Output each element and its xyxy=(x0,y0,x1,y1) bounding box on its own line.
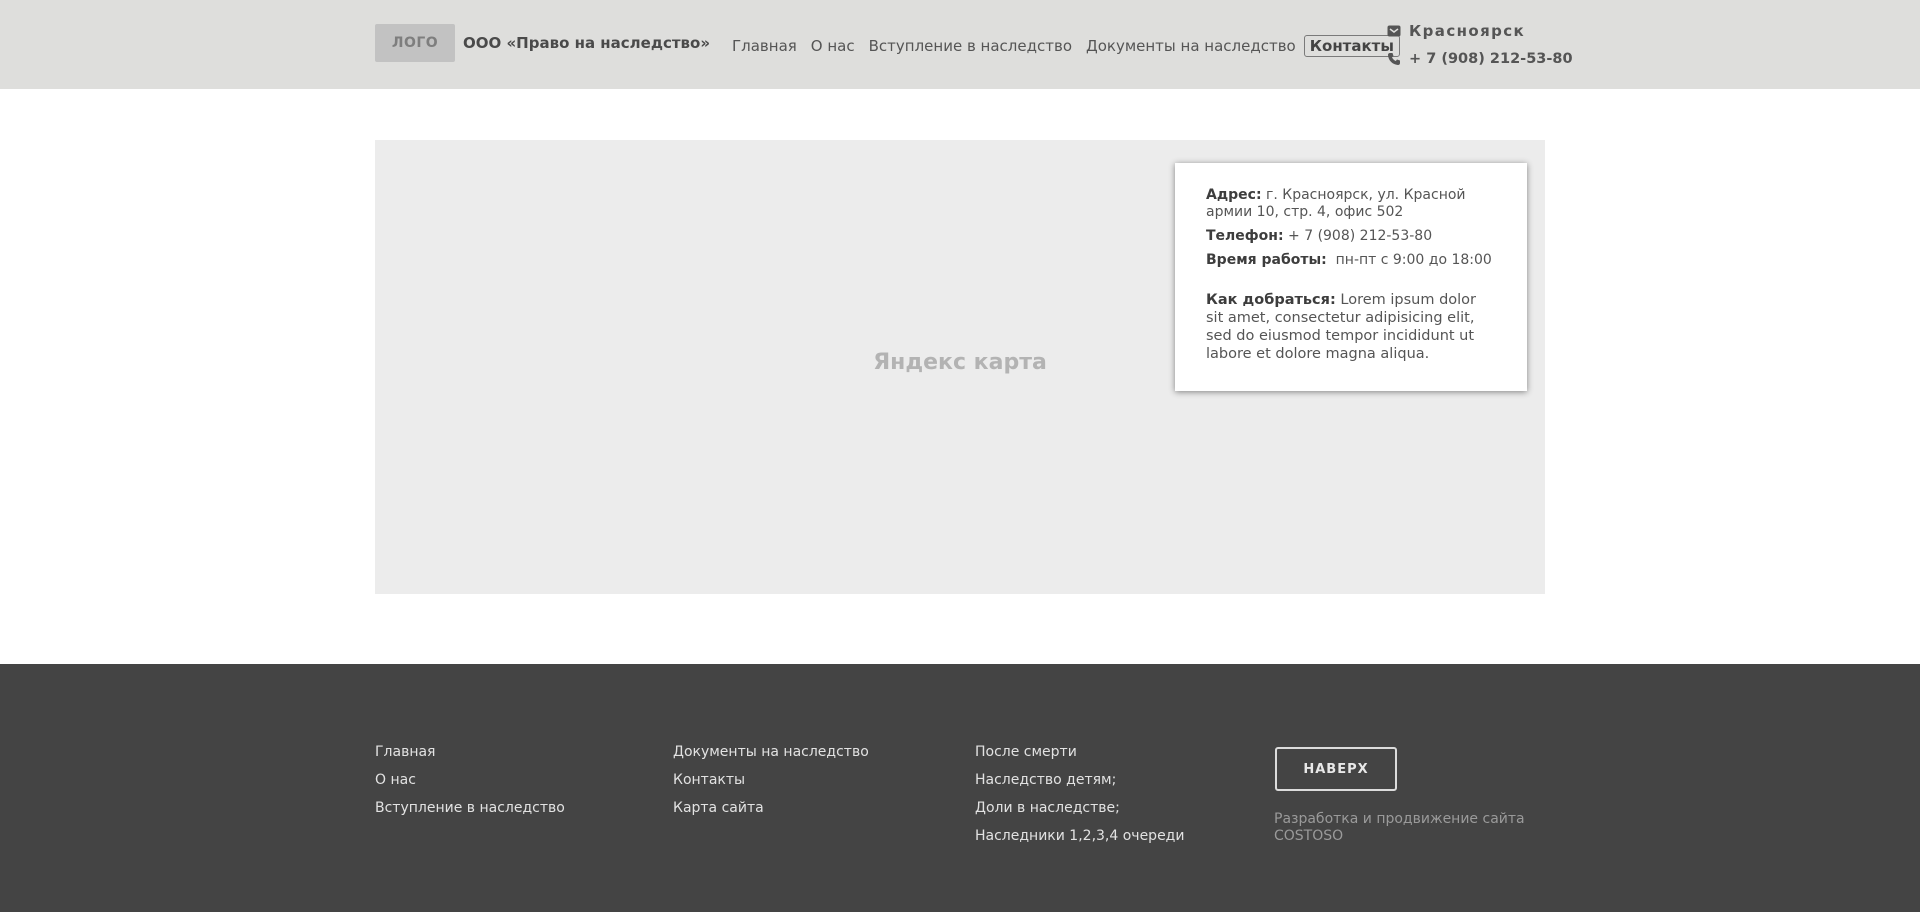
logo[interactable]: ЛОГО xyxy=(375,24,455,62)
footer-link-inheritance-children[interactable]: Наследство детям; xyxy=(975,772,1184,800)
address-row: Адрес: г. Красноярск, ул. Красной армии … xyxy=(1206,187,1497,221)
header-contacts: Красноярск + 7 (908) 212-53-80 xyxy=(1387,20,1573,76)
company-name: ООО «Право на наследство» xyxy=(463,34,711,52)
footer-column-3: После смерти Наследство детям; Доли в на… xyxy=(975,744,1184,856)
phone-icon xyxy=(1388,53,1400,65)
footer-link-documents[interactable]: Документы на наследство xyxy=(673,744,869,772)
site-footer: Главная О нас Вступление в наследство До… xyxy=(0,664,1920,912)
footer-column-1: Главная О нас Вступление в наследство xyxy=(375,744,565,828)
contact-info-card: Адрес: г. Красноярск, ул. Красной армии … xyxy=(1175,163,1527,391)
nav-inheritance-entry[interactable]: Вступление в наследство xyxy=(869,37,1072,55)
header-phone-row: + 7 (908) 212-53-80 xyxy=(1387,48,1573,70)
address-label: Адрес: xyxy=(1206,187,1262,203)
yandex-map[interactable]: Яндекс карта Адрес: г. Красноярск, ул. К… xyxy=(375,140,1545,594)
nav-inheritance-documents[interactable]: Документы на наследство xyxy=(1086,37,1296,55)
phone-row: Телефон: + 7 (908) 212-53-80 xyxy=(1206,228,1497,245)
footer-link-contacts[interactable]: Контакты xyxy=(673,772,869,800)
directions-label: Как добраться: xyxy=(1206,292,1336,308)
footer-link-home[interactable]: Главная xyxy=(375,744,565,772)
footer-column-2: Документы на наследство Контакты Карта с… xyxy=(673,744,869,828)
hours-value: пн-пт с 9:00 до 18:00 xyxy=(1326,252,1492,268)
hours-row: Время работы: пн-пт с 9:00 до 18:00 xyxy=(1206,252,1497,269)
footer-link-sitemap[interactable]: Карта сайта xyxy=(673,800,869,828)
mail-icon xyxy=(1387,25,1401,37)
footer-link-inheritance-entry[interactable]: Вступление в наследство xyxy=(375,800,565,828)
nav-about[interactable]: О нас xyxy=(811,37,855,55)
footer-link-heirs-order[interactable]: Наследники 1,2,3,4 очереди xyxy=(975,828,1184,856)
directions-row: Как добраться: Lorem ipsum dolor sit ame… xyxy=(1206,291,1497,363)
phone-value: + 7 (908) 212-53-80 xyxy=(1283,228,1433,244)
header-city-row: Красноярск xyxy=(1387,20,1573,42)
nav-home[interactable]: Главная xyxy=(732,37,797,55)
hours-label: Время работы: xyxy=(1206,252,1327,268)
nav-contacts[interactable]: Контакты xyxy=(1303,35,1400,57)
scroll-to-top-button[interactable]: НАВЕРХ xyxy=(1275,747,1397,791)
phone-label: Телефон: xyxy=(1206,228,1284,244)
header-phone[interactable]: + 7 (908) 212-53-80 xyxy=(1409,51,1573,67)
site-header: ЛОГО ООО «Право на наследство» Главная О… xyxy=(0,0,1920,89)
developer-credit[interactable]: Разработка и продвижение сайта COSTOSO xyxy=(1274,811,1534,845)
footer-link-after-death[interactable]: После смерти xyxy=(975,744,1184,772)
footer-link-inheritance-shares[interactable]: Доли в наследстве; xyxy=(975,800,1184,828)
header-city: Красноярск xyxy=(1409,22,1526,40)
main-nav: Главная О нас Вступление в наследство До… xyxy=(732,35,1400,57)
footer-link-about[interactable]: О нас xyxy=(375,772,565,800)
